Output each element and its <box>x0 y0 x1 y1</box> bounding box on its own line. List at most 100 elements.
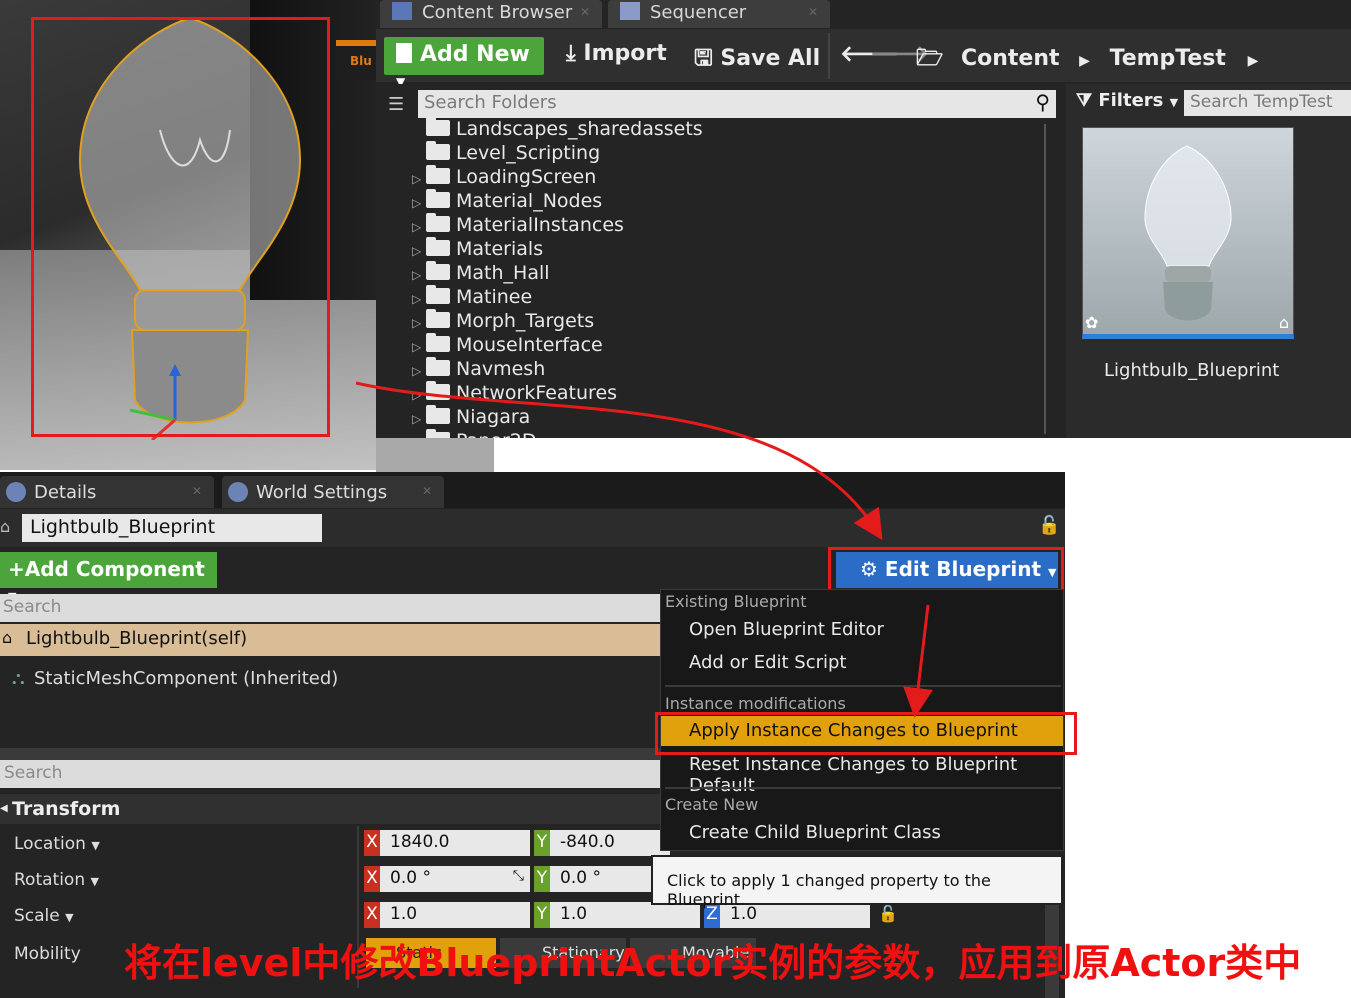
folder-icon <box>426 405 450 424</box>
actor-name-bar: ⌂ Lightbulb_Blueprint 🔓 <box>0 509 1065 547</box>
expand-arrow-icon[interactable]: ▷ <box>412 196 426 210</box>
chevron-right-icon[interactable]: ▶ <box>1248 53 1259 69</box>
tree-toggle-icon[interactable]: ☰ <box>388 94 404 115</box>
info-icon <box>6 482 26 502</box>
expand-arrow-icon[interactable]: ▷ <box>412 268 426 282</box>
x-axis-label: X <box>364 866 380 892</box>
rotation-label[interactable]: Rotation ▼ <box>14 870 99 890</box>
lock-icon[interactable]: 🔓 <box>878 904 898 923</box>
filter-icon: ⧩ <box>1076 90 1093 111</box>
component-row-self[interactable]: ⌂ Lightbulb_Blueprint(self) <box>0 624 660 656</box>
expand-arrow-icon[interactable]: ▷ <box>412 220 426 234</box>
scale-x-field[interactable]: 1.0 <box>380 902 530 928</box>
actor-name-field[interactable]: Lightbulb_Blueprint <box>22 514 322 542</box>
folder-icon <box>426 309 450 328</box>
tab-details[interactable]: Details ✕ <box>0 476 214 508</box>
folder-item[interactable]: ▷Paper2D <box>412 429 537 438</box>
import-button[interactable]: ⤓ Import <box>566 41 667 66</box>
resize-icon[interactable]: ⤡ <box>513 868 524 884</box>
folder-item[interactable]: ▷ Math_Hall <box>412 261 550 286</box>
search-folders-input[interactable]: Search Folders ⚲ <box>418 90 1056 118</box>
filters-button[interactable]: ⧩ Filters ▼ <box>1076 90 1178 111</box>
apply-tooltip: Click to apply 1 changed property to the… <box>651 855 1063 909</box>
expand-arrow-icon[interactable]: ▷ <box>412 292 426 306</box>
folder-item[interactable]: Level_Scripting <box>412 141 600 166</box>
folder-item[interactable]: ▷ Matinee <box>412 285 532 310</box>
plus-icon: + <box>8 557 25 581</box>
menu-section-create: Create New <box>665 795 759 814</box>
expand-arrow-icon[interactable]: ▷ <box>412 172 426 186</box>
folder-icon <box>426 357 450 376</box>
folder-item[interactable]: ▷ Navmesh <box>412 357 545 382</box>
chevron-down-icon: ▼ <box>65 911 74 924</box>
chevron-down-icon: ▼ <box>91 839 100 852</box>
level-viewport[interactable]: Blu <box>0 0 376 470</box>
reset-instance-changes-item[interactable]: Reset Instance Changes to Blueprint Defa… <box>689 754 1063 796</box>
add-new-button[interactable]: Add New ▼ <box>384 37 544 89</box>
annotation-caption: 将在level中修改BlueprintActor实例的参数，应用到原Actor类… <box>124 941 1302 985</box>
folder-item[interactable]: ▷ Material_Nodes <box>412 189 602 214</box>
folder-item[interactable]: ▷ MouseInterface <box>412 333 603 358</box>
y-axis-label: Y <box>534 866 550 892</box>
scale-label[interactable]: Scale ▼ <box>14 906 74 926</box>
folder-item[interactable]: Landscapes_sharedassets <box>412 117 703 142</box>
save-all-button[interactable]: 🖫 Save All <box>694 41 820 79</box>
close-icon[interactable]: ✕ <box>192 484 202 498</box>
add-component-button[interactable]: +Add Component ▼ <box>0 552 217 603</box>
asset-thumbnail[interactable]: ✿ ⌂ <box>1082 127 1294 339</box>
component-row-static-mesh[interactable]: ⛬ StaticMeshComponent (Inherited) <box>12 668 338 689</box>
search-assets-input[interactable]: Search TempTest <box>1184 90 1351 116</box>
property-search-input[interactable]: Search <box>0 760 660 788</box>
expand-arrow-icon[interactable]: ▷ <box>412 436 426 438</box>
folder-icon <box>426 117 450 136</box>
rotation-x-field[interactable]: 0.0 ° ⤡ <box>380 866 530 892</box>
content-browser-toolbar: Add New ▼ ⤓ Import 🖫 Save All 🡐 🡒 🗁 Cont… <box>376 29 1351 89</box>
folder-item[interactable]: ▷ MaterialInstances <box>412 213 624 238</box>
x-axis-label: X <box>364 902 380 928</box>
add-or-edit-script-item[interactable]: Add or Edit Script <box>689 652 847 673</box>
edit-blueprint-highlight-box <box>828 547 1064 595</box>
close-icon[interactable]: ✕ <box>808 5 818 19</box>
content-browser-panel: Content Browser ✕ Sequencer ✕ Add New ▼ ⤓ … <box>376 0 1351 438</box>
tab-content-browser[interactable]: Content Browser ✕ <box>380 0 602 28</box>
blueprint-icon: ⌂ <box>2 628 13 647</box>
expand-arrow-icon[interactable]: ▷ <box>412 364 426 378</box>
location-y-field[interactable]: -840.0 <box>550 830 670 856</box>
folder-item[interactable]: ▷ Niagara <box>412 405 530 430</box>
chevron-down-icon: ▼ <box>1169 96 1179 109</box>
tree-scrollbar[interactable] <box>1044 124 1046 434</box>
new-file-icon <box>396 43 412 63</box>
component-search-input[interactable]: Search <box>0 594 660 622</box>
lock-icon[interactable]: 🔓 <box>1038 515 1060 536</box>
asset-view: ⧩ Filters ▼ Search TempTest ✿ ⌂ Lightbul… <box>1066 84 1351 438</box>
expand-arrow-icon[interactable]: ▷ <box>412 316 426 330</box>
tab-world-settings[interactable]: World Settings ✕ <box>222 476 444 508</box>
close-icon[interactable]: ✕ <box>580 5 590 19</box>
folder-item[interactable]: ▷ Materials <box>412 237 543 262</box>
y-axis-label: Y <box>534 830 550 856</box>
breadcrumb: 🗁 Content ▶ TempTest ▶ <box>916 41 1258 79</box>
expand-arrow-icon[interactable]: ▷ <box>412 388 426 402</box>
expand-arrow-icon[interactable]: ▷ <box>412 412 426 426</box>
expand-arrow-icon[interactable]: ▷ <box>412 340 426 354</box>
x-axis-label: X <box>364 830 380 856</box>
tab-sequencer[interactable]: Sequencer ✕ <box>608 0 830 28</box>
breadcrumb-content[interactable]: Content <box>961 46 1060 71</box>
mesh-icon: ⛬ <box>12 668 25 689</box>
breadcrumb-temptest[interactable]: TempTest <box>1110 46 1226 71</box>
folder-icon <box>426 189 450 208</box>
close-icon[interactable]: ✕ <box>422 484 432 498</box>
folder-item[interactable]: ▷ Morph_Targets <box>412 309 594 334</box>
location-x-field[interactable]: 1840.0 <box>380 830 530 856</box>
location-label[interactable]: Location ▼ <box>14 834 100 854</box>
open-blueprint-editor-item[interactable]: Open Blueprint Editor <box>689 619 884 640</box>
create-child-blueprint-item[interactable]: Create Child Blueprint Class <box>689 822 941 843</box>
folder-item[interactable]: ▷ LoadingScreen <box>412 165 596 190</box>
folder-icon <box>426 213 450 232</box>
folder-icon <box>426 333 450 352</box>
save-icon: 🖫 <box>694 46 713 71</box>
chevron-right-icon[interactable]: ▶ <box>1079 53 1090 69</box>
expand-arrow-icon[interactable]: ▷ <box>412 244 426 258</box>
panel-splitter[interactable] <box>0 748 660 760</box>
folder-item[interactable]: ▷ NetworkFeatures <box>412 381 617 406</box>
